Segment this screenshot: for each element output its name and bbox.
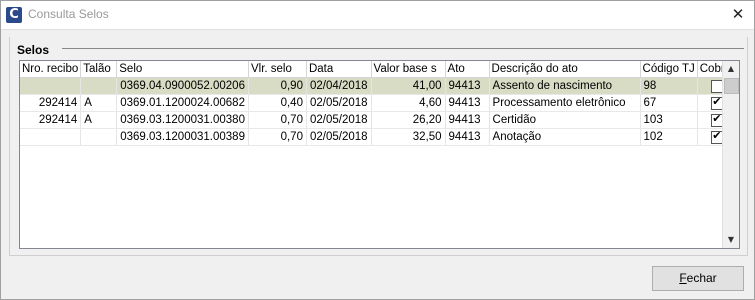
cell-codigo-tj[interactable]: 67 [640, 94, 698, 112]
cell-data[interactable]: 02/05/2018 [306, 94, 372, 112]
consulta-selos-window: C Consulta Selos ✕ Selos Nro. recibo Tal… [0, 0, 755, 300]
cell-selo[interactable]: 0369.03.1200031.00380 [116, 111, 249, 129]
cell-vlr-selo[interactable]: 0,40 [248, 94, 307, 112]
selos-group-label: Selos [17, 43, 50, 57]
col-header-codigo-tj[interactable]: Código TJ [640, 61, 698, 78]
cell-ato[interactable]: 94413 [445, 128, 490, 146]
table-row[interactable]: 292414 A 0369.01.1200024.00682 0,40 02/0… [20, 94, 739, 112]
cell-descricao[interactable]: Assento de nascimento [489, 77, 641, 95]
scroll-thumb[interactable] [724, 78, 739, 94]
cell-descricao[interactable]: Processamento eletrônico [489, 94, 641, 112]
title-bar: C Consulta Selos ✕ [1, 1, 754, 30]
cell-selo[interactable]: 0369.04.0900052.00206 [116, 77, 249, 95]
fechar-mnemonic: F [679, 271, 687, 285]
cell-codigo-tj[interactable]: 103 [640, 111, 698, 129]
cell-talao[interactable] [80, 77, 118, 95]
app-icon: C [6, 7, 22, 23]
cell-valor-base[interactable]: 26,20 [371, 111, 446, 129]
table-header-row: Nro. recibo Talão Selo Vlr. selo Data Va… [20, 61, 739, 78]
cell-recibo[interactable]: 292414 [20, 94, 82, 112]
cell-valor-base[interactable]: 32,50 [371, 128, 446, 146]
cell-vlr-selo[interactable]: 0,70 [248, 111, 307, 129]
cell-recibo[interactable] [20, 77, 82, 95]
cell-vlr-selo[interactable]: 0,70 [248, 128, 307, 146]
fechar-label: echar [686, 271, 717, 285]
cell-talao[interactable] [80, 128, 118, 146]
window-close-button[interactable]: ✕ [728, 5, 748, 25]
col-header-ato[interactable]: Ato [445, 61, 490, 78]
selos-table: Nro. recibo Talão Selo Vlr. selo Data Va… [20, 61, 739, 146]
cell-codigo-tj[interactable]: 102 [640, 128, 698, 146]
scroll-up-arrow-icon[interactable]: ▲ [723, 61, 739, 77]
col-header-data[interactable]: Data [306, 61, 372, 78]
cell-data[interactable]: 02/04/2018 [306, 77, 372, 95]
fechar-button[interactable]: Fechar [652, 266, 744, 291]
cell-talao[interactable]: A [80, 111, 118, 129]
cell-data[interactable]: 02/05/2018 [306, 128, 372, 146]
cell-ato[interactable]: 94413 [445, 111, 490, 129]
col-header-talao[interactable]: Talão [80, 61, 118, 78]
cell-descricao[interactable]: Certidão [489, 111, 641, 129]
cell-vlr-selo[interactable]: 0,90 [248, 77, 307, 95]
cell-data[interactable]: 02/05/2018 [306, 111, 372, 129]
table-row[interactable]: 0369.04.0900052.00206 0,90 02/04/2018 41… [20, 77, 739, 95]
cell-recibo[interactable]: 292414 [20, 111, 82, 129]
table-row[interactable]: 0369.03.1200031.00389 0,70 02/05/2018 32… [20, 128, 739, 146]
cell-selo[interactable]: 0369.01.1200024.00682 [116, 94, 249, 112]
cell-talao[interactable]: A [80, 94, 118, 112]
cell-ato[interactable]: 94413 [445, 77, 490, 95]
selos-grid[interactable]: Nro. recibo Talão Selo Vlr. selo Data Va… [19, 60, 740, 249]
col-header-nro-recibo[interactable]: Nro. recibo [20, 61, 82, 78]
col-header-descricao[interactable]: Descrição do ato [489, 61, 641, 78]
window-title: Consulta Selos [28, 7, 109, 21]
col-header-vlr-selo[interactable]: Vlr. selo [248, 61, 307, 78]
cell-descricao[interactable]: Anotação [489, 128, 641, 146]
cell-codigo-tj[interactable]: 98 [640, 77, 698, 95]
col-header-valor-base[interactable]: Valor base s [371, 61, 446, 78]
cell-selo[interactable]: 0369.03.1200031.00389 [116, 128, 249, 146]
cell-valor-base[interactable]: 4,60 [371, 94, 446, 112]
cell-ato[interactable]: 94413 [445, 94, 490, 112]
cell-recibo[interactable] [20, 128, 82, 146]
table-row[interactable]: 292414 A 0369.03.1200031.00380 0,70 02/0… [20, 111, 739, 129]
col-header-selo[interactable]: Selo [116, 61, 249, 78]
scroll-down-arrow-icon[interactable]: ▼ [723, 232, 739, 248]
cell-valor-base[interactable]: 41,00 [371, 77, 446, 95]
vertical-scrollbar[interactable]: ▲ ▼ [722, 61, 739, 248]
group-divider [62, 48, 744, 49]
